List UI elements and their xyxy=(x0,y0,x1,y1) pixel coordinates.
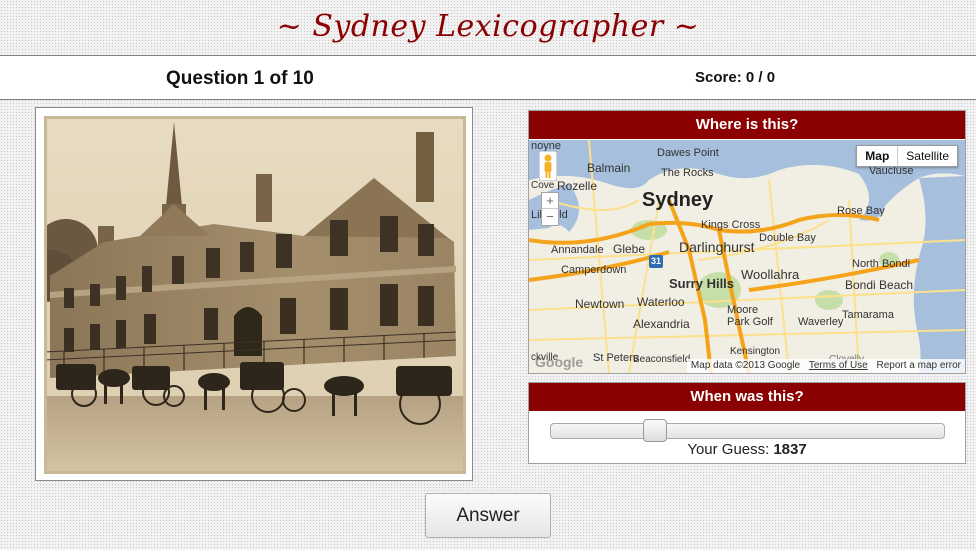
map-label: Glebe xyxy=(613,242,646,256)
question-counter: Question 1 of 10 xyxy=(166,68,314,89)
pegman-icon-graphic xyxy=(538,150,558,182)
zoom-out-button[interactable]: − xyxy=(542,209,558,225)
map-label: Woollahra xyxy=(741,267,800,282)
historic-photo xyxy=(44,116,466,474)
location-header: Where is this? xyxy=(529,111,965,139)
map-label: Rozelle xyxy=(557,179,598,193)
terms-of-use-link[interactable]: Terms of Use xyxy=(809,360,868,371)
location-panel: Where is this? noyne Dawes Point Balmain… xyxy=(528,110,966,374)
status-bar: Question 1 of 10 Score: 0 / 0 xyxy=(0,55,976,100)
map-label: Waterloo xyxy=(637,295,685,309)
route-shield-icon: 31 xyxy=(649,255,663,268)
map-label: Balmain xyxy=(587,161,631,175)
map-label: Beaconsfield xyxy=(633,354,691,365)
map-label: North Bondi xyxy=(852,258,911,270)
map-footer: Map data ©2013 Google Terms of Use Repor… xyxy=(686,359,965,373)
app-title: ~ Sydney Lexicographer ~ xyxy=(276,9,700,44)
location-map[interactable]: noyne Dawes Point Balmain The Rocks Vauc… xyxy=(529,140,965,373)
map-label: Double Bay xyxy=(759,232,816,244)
map-label: Tamarama xyxy=(842,309,894,321)
report-map-error-link[interactable]: Report a map error xyxy=(877,360,961,371)
map-label: Camperdown xyxy=(561,264,627,276)
guess-label: Your Guess: xyxy=(687,441,770,458)
map-label: Alexandria xyxy=(633,317,690,331)
year-slider-track[interactable] xyxy=(550,423,945,439)
map-label: St Peters xyxy=(593,352,639,364)
year-slider-handle[interactable] xyxy=(642,419,667,442)
map-label: Darlinghurst xyxy=(679,239,755,255)
map-label: Moore Park Golf xyxy=(727,304,773,328)
google-logo: Google xyxy=(535,354,584,370)
pegman-icon[interactable] xyxy=(538,150,558,182)
map-label: Dawes Point xyxy=(657,147,719,159)
score-display: Score: 0 / 0 xyxy=(695,69,776,86)
zoom-in-button[interactable]: + xyxy=(542,193,558,209)
map-data-attribution: Map data ©2013 Google xyxy=(690,360,801,371)
map-label: Newtown xyxy=(575,297,625,311)
map-type-map-button[interactable]: Map xyxy=(857,146,899,166)
answer-button[interactable]: Answer xyxy=(425,493,551,538)
map-label: Bondi Beach xyxy=(845,278,914,292)
zoom-control: + − xyxy=(541,192,559,226)
map-label: Sydney xyxy=(642,189,714,211)
date-header: When was this? xyxy=(529,383,965,411)
guess-row: Your Guess: 1837 xyxy=(529,441,965,458)
guess-value: 1837 xyxy=(773,441,807,458)
map-label: Cove xyxy=(531,180,555,191)
map-label: Rose Bay xyxy=(837,205,885,217)
map-label: Kings Cross xyxy=(701,219,761,231)
map-label: Kensington xyxy=(730,346,781,357)
map-label: Surry Hills xyxy=(669,276,735,291)
map-type-satellite-button[interactable]: Satellite xyxy=(898,146,957,166)
historic-photo-image xyxy=(44,116,466,474)
date-panel: When was this? Your Guess: 1837 xyxy=(528,382,966,464)
map-label: The Rocks xyxy=(661,167,714,179)
map-label: Waverley xyxy=(798,316,844,328)
map-type-control: Map Satellite xyxy=(856,145,958,167)
map-label: Annandale xyxy=(551,244,604,256)
photo-frame xyxy=(35,107,473,481)
